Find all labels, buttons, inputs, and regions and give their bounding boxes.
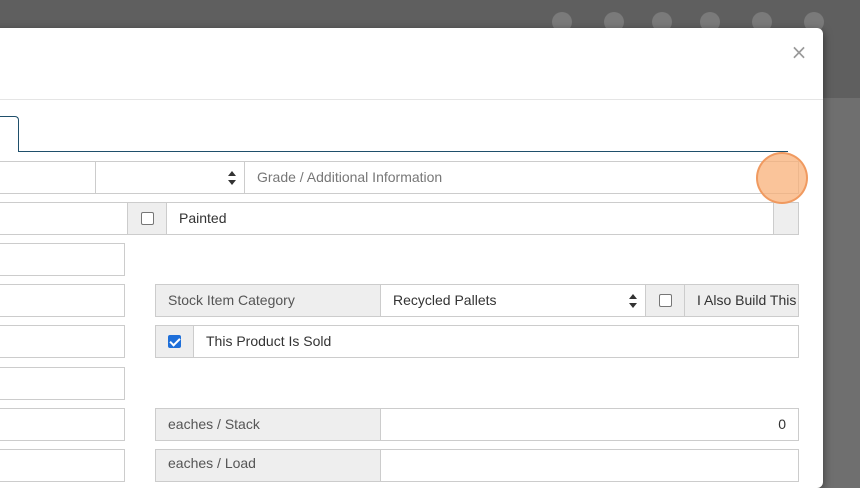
- tab-active[interactable]: [0, 116, 19, 152]
- click-indicator: [756, 152, 808, 204]
- select-arrows-icon: [629, 294, 637, 308]
- also-build-checkbox[interactable]: [659, 294, 672, 307]
- sold-field[interactable]: This Product Is Sold: [193, 325, 799, 358]
- stock-category-addon: Stock Item Category: [155, 284, 381, 317]
- row8-left-input[interactable]: [0, 449, 125, 482]
- row2-left-input[interactable]: [0, 202, 128, 235]
- row5-left-input[interactable]: [0, 325, 125, 358]
- also-build-label: I Also Build This: [697, 292, 797, 308]
- stock-category-label: Stock Item Category: [168, 292, 295, 308]
- per-load-addon: eaches / Load: [155, 449, 381, 482]
- per-stack-label: eaches / Stack: [168, 416, 260, 432]
- sold-checkbox[interactable]: [168, 335, 181, 348]
- select-arrows-icon: [228, 171, 236, 185]
- per-load-input[interactable]: [380, 449, 799, 482]
- row4-left-input[interactable]: [0, 284, 125, 317]
- also-build-checkbox-addon: [645, 284, 685, 317]
- painted-field[interactable]: Painted: [166, 202, 774, 235]
- also-build-label-addon: I Also Build This: [684, 284, 799, 317]
- grade-select[interactable]: [95, 161, 245, 194]
- product-modal: × Grade / Additional Information Painted…: [0, 28, 823, 488]
- per-stack-addon: eaches / Stack: [155, 408, 381, 441]
- tab-underline: [18, 151, 788, 152]
- painted-addon-right: [773, 202, 799, 235]
- row3-left-input[interactable]: [0, 243, 125, 276]
- painted-checkbox-addon: [127, 202, 167, 235]
- modal-header: ×: [0, 28, 823, 100]
- per-load-label: eaches / Load: [168, 455, 256, 471]
- per-stack-input[interactable]: 0: [380, 408, 799, 441]
- per-stack-value: 0: [778, 416, 786, 432]
- painted-label: Painted: [179, 210, 227, 226]
- close-icon[interactable]: ×: [789, 40, 809, 64]
- row7-left-input[interactable]: [0, 408, 125, 441]
- stock-category-select[interactable]: Recycled Pallets: [380, 284, 646, 317]
- grade-additional-info-input[interactable]: Grade / Additional Information: [244, 161, 799, 194]
- row6-left-input[interactable]: [0, 367, 125, 400]
- sold-checkbox-addon: [155, 325, 194, 358]
- grade-additional-info-placeholder: Grade / Additional Information: [257, 169, 443, 185]
- sold-label: This Product Is Sold: [206, 333, 332, 349]
- painted-checkbox[interactable]: [141, 212, 154, 225]
- stock-category-value: Recycled Pallets: [393, 292, 497, 308]
- row1-left-input[interactable]: [0, 161, 96, 194]
